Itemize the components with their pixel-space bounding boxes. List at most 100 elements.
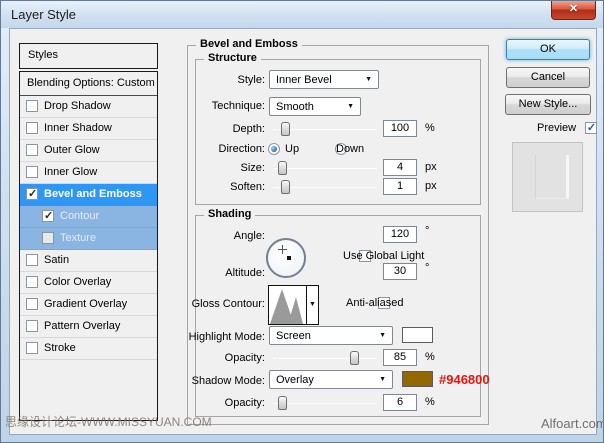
highlight-opacity-slider-thumb[interactable] (350, 351, 359, 365)
preview-checkbox[interactable] (585, 122, 597, 134)
highlight-opacity-input[interactable]: 85 (383, 349, 417, 366)
sidebar-item-pattern-overlay[interactable]: Pattern Overlay (20, 316, 157, 338)
sidebar-item-contour[interactable]: Contour (20, 206, 157, 228)
shadow-opacity-input[interactable]: 6 (383, 394, 417, 411)
depth-unit: % (425, 122, 435, 134)
highlight-mode-dropdown[interactable]: Screen ▼ (269, 326, 393, 345)
sidebar-item-stroke[interactable]: Stroke (20, 338, 157, 360)
inner-glow-checkbox[interactable] (26, 166, 38, 178)
depth-slider-thumb[interactable] (281, 122, 290, 136)
gradient-overlay-checkbox[interactable] (26, 298, 38, 310)
shadow-color-annotation: #946800 (439, 372, 490, 387)
soften-slider[interactable] (273, 179, 377, 195)
altitude-input[interactable]: 30 (383, 263, 417, 280)
sidebar-item-label: Stroke (44, 342, 76, 354)
size-label: Size: (173, 162, 265, 174)
shadow-opacity-slider-thumb[interactable] (278, 396, 287, 410)
direction-up-label: Up (285, 143, 299, 155)
close-icon: ✕ (569, 3, 578, 15)
chevron-down-icon: ▼ (379, 332, 386, 339)
close-button[interactable]: ✕ (551, 1, 596, 20)
gloss-contour-thumbnail (269, 286, 306, 324)
inner-shadow-checkbox[interactable] (26, 122, 38, 134)
sidebar-item-texture[interactable]: Texture (20, 228, 157, 250)
technique-dropdown-value: Smooth (276, 101, 314, 113)
sidebar-item-label: Bevel and Emboss (44, 188, 142, 200)
style-dropdown[interactable]: Inner Bevel ▼ (269, 70, 379, 89)
sidebar-item-drop-shadow[interactable]: Drop Shadow (20, 96, 157, 118)
color-overlay-checkbox[interactable] (26, 276, 38, 288)
preview-label: Preview (537, 122, 576, 134)
highlight-mode-label: Highlight Mode: (173, 331, 265, 343)
structure-group-title: Structure (204, 52, 261, 64)
sidebar-item-inner-shadow[interactable]: Inner Shadow (20, 118, 157, 140)
ok-button[interactable]: OK (506, 39, 590, 60)
size-slider-thumb[interactable] (278, 161, 287, 175)
sidebar-item-label: Color Overlay (44, 276, 111, 288)
size-input[interactable]: 4 (383, 159, 417, 176)
sidebar-item-gradient-overlay[interactable]: Gradient Overlay (20, 294, 157, 316)
angle-input[interactable]: 120 (383, 226, 417, 243)
sidebar-item-inner-glow[interactable]: Inner Glow (20, 162, 157, 184)
chevron-down-icon: ▼ (347, 103, 354, 110)
texture-checkbox[interactable] (42, 232, 54, 244)
depth-input[interactable]: 100 (383, 120, 417, 137)
layer-style-dialog: Layer Style ✕ Styles Blending Options: C… (0, 0, 604, 443)
outer-glow-checkbox[interactable] (26, 144, 38, 156)
highlight-opacity-slider[interactable] (273, 350, 377, 366)
direction-down-label: Down (336, 143, 364, 155)
size-slider[interactable] (273, 160, 377, 176)
shadow-opacity-label: Opacity: (173, 397, 265, 409)
angle-label: Angle: (173, 230, 265, 242)
gloss-contour-picker[interactable]: ▼ (268, 285, 319, 325)
gloss-contour-label: Gloss Contour: (173, 298, 265, 310)
chevron-down-icon: ▼ (309, 301, 316, 308)
depth-slider[interactable] (273, 121, 377, 137)
depth-label: Depth: (173, 123, 265, 135)
sidebar-item-label: Gradient Overlay (44, 298, 127, 310)
soften-input[interactable]: 1 (383, 178, 417, 195)
soften-slider-thumb[interactable] (281, 180, 290, 194)
size-slider-track[interactable] (273, 168, 377, 169)
angle-center-dot (287, 256, 291, 260)
bevel-and-emboss-checkbox[interactable] (26, 188, 38, 200)
pattern-overlay-checkbox[interactable] (26, 320, 38, 332)
sidebar-item-outer-glow[interactable]: Outer Glow (20, 140, 157, 162)
bevel-and-emboss-group-title: Bevel and Emboss (196, 38, 302, 50)
shadow-color-swatch[interactable] (402, 371, 433, 387)
sidebar-item-blending-options[interactable]: Blending Options: Custom (20, 72, 157, 96)
sidebar-item-label: Contour (60, 210, 99, 222)
new-style-button[interactable]: New Style... (505, 94, 591, 115)
shadow-mode-dropdown[interactable]: Overlay ▼ (269, 370, 393, 389)
credit-text: Alfoart.com (541, 416, 604, 431)
satin-checkbox[interactable] (26, 254, 38, 266)
style-label: Style: (173, 74, 265, 86)
direction-up-radio[interactable] (268, 143, 280, 155)
highlight-color-swatch[interactable] (402, 327, 433, 343)
drop-shadow-checkbox[interactable] (26, 100, 38, 112)
styles-header-box: Styles (19, 43, 158, 69)
sidebar-item-bevel-and-emboss[interactable]: Bevel and Emboss (20, 184, 157, 206)
cancel-button[interactable]: Cancel (506, 67, 590, 88)
highlight-opacity-unit: % (425, 351, 435, 363)
shadow-opacity-slider[interactable] (273, 395, 377, 411)
shadow-mode-value: Overlay (276, 374, 314, 386)
highlight-opacity-slider-track[interactable] (273, 358, 377, 359)
sidebar-item-label: Inner Glow (44, 166, 97, 178)
size-unit: px (425, 161, 437, 173)
angle-dial[interactable] (266, 238, 306, 278)
dialog-title: Layer Style (11, 7, 76, 22)
technique-dropdown[interactable]: Smooth ▼ (269, 97, 361, 116)
chevron-down-icon: ▼ (379, 376, 386, 383)
gloss-contour-dropdown-arrow[interactable]: ▼ (306, 286, 318, 324)
sidebar-item-color-overlay[interactable]: Color Overlay (20, 272, 157, 294)
direction-label: Direction: (173, 143, 265, 155)
title-bar[interactable]: Layer Style ✕ (1, 1, 603, 28)
stroke-checkbox[interactable] (26, 342, 38, 354)
shadow-opacity-slider-track[interactable] (273, 403, 377, 404)
sidebar-item-satin[interactable]: Satin (20, 250, 157, 272)
sidebar-item-label: Texture (60, 232, 96, 244)
altitude-label: Altitude: (173, 267, 265, 279)
contour-checkbox[interactable] (42, 210, 54, 222)
anti-aliased-label: Anti-aliased (346, 297, 403, 309)
